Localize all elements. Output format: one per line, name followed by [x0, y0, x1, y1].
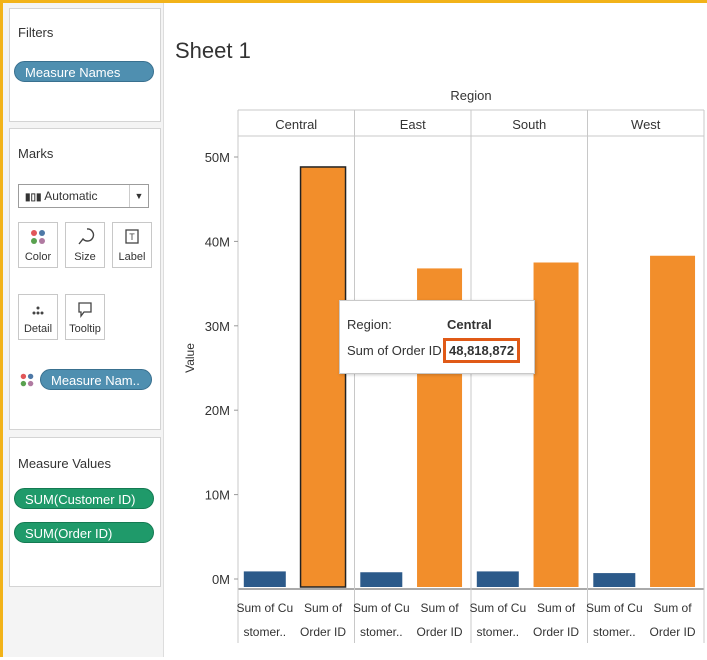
x-category-label: Sum of Cu — [586, 601, 643, 615]
x-category-label: Sum of Cu — [353, 601, 410, 615]
bar-chart-icon: ▮▯▮ — [25, 192, 42, 203]
sheet-title: Sheet 1 — [175, 38, 251, 63]
tooltip-button-label: Tooltip — [69, 323, 101, 335]
y-tick-label: 50M — [205, 150, 230, 165]
y-axis-title: Value — [183, 343, 197, 373]
tooltip-icon — [66, 299, 104, 323]
group-header-west: West — [631, 117, 661, 132]
chevron-down-icon[interactable]: ▼ — [129, 185, 148, 207]
label-icon: T — [113, 227, 151, 251]
label-button[interactable]: T Label — [112, 222, 152, 268]
tooltip-measure-value-highlight: 48,818,872 — [443, 338, 521, 363]
worksheet-area: Sheet 1 Region Value Central East South Wes… — [163, 3, 707, 657]
mark-type-dropdown[interactable]: ▮▯▮ Automatic ▼ — [18, 184, 149, 208]
mark-type-value: Automatic — [44, 189, 98, 203]
detail-dots-icon — [19, 299, 57, 323]
marks-title: Marks — [18, 146, 54, 161]
color-measure-names-pill[interactable]: Measure Nam.. — [40, 369, 152, 390]
tooltip-measure-label: Sum of Order ID — [347, 343, 442, 358]
measure-pill-customer-id[interactable]: SUM(Customer ID) — [14, 488, 154, 509]
measure-values-title: Measure Values — [18, 456, 111, 471]
bar-central-customer-id — [243, 571, 286, 587]
bar-east-customer-id — [360, 572, 403, 587]
bar-west-customer-id — [593, 573, 636, 587]
x-category-label: Order ID — [300, 625, 346, 639]
svg-text:T: T — [129, 232, 135, 242]
label-button-label: Label — [118, 251, 146, 263]
x-category-label: stomer.. — [243, 625, 286, 639]
y-tick-label: 20M — [205, 403, 230, 418]
x-category-label: Sum of — [421, 601, 460, 615]
sidebar: Filters Measure Names Marks ▮▯▮ Automati… — [3, 3, 164, 657]
x-category-label: Sum of Cu — [236, 601, 293, 615]
x-category-label: Sum of — [654, 601, 693, 615]
column-header-region: Region — [450, 88, 491, 103]
color-button[interactable]: Color — [18, 222, 58, 268]
detail-button[interactable]: Detail — [18, 294, 58, 340]
x-category-label: stomer.. — [360, 625, 403, 639]
x-category-label: Order ID — [417, 625, 463, 639]
chart-bars — [243, 166, 696, 588]
color-dots-icon — [18, 371, 36, 392]
tooltip-region-label: Region: — [347, 317, 392, 332]
x-category-label: Sum of Cu — [469, 601, 526, 615]
x-category-label: Sum of — [537, 601, 576, 615]
size-button-label: Size — [74, 251, 96, 263]
filter-pill-measure-names[interactable]: Measure Names — [14, 61, 154, 82]
bar-south-order-id — [533, 262, 579, 587]
y-tick-label: 0M — [212, 572, 230, 587]
marks-card: Marks ▮▯▮ Automatic ▼ Color Size T Label — [9, 128, 161, 430]
bar-south-customer-id — [476, 571, 519, 587]
bar-central-order-id — [299, 166, 347, 588]
y-tick-label: 40M — [205, 234, 230, 249]
x-category-label: Order ID — [533, 625, 579, 639]
filters-title: Filters — [18, 25, 54, 40]
measure-values-card: Measure Values SUM(Customer ID) SUM(Orde… — [9, 437, 161, 587]
tooltip-popup: Region: Central Sum of Order ID 48,818,8… — [339, 300, 535, 374]
x-category-label: stomer.. — [476, 625, 519, 639]
y-tick-label: 30M — [205, 319, 230, 334]
x-category-label: Order ID — [650, 625, 696, 639]
group-header-south: South — [512, 117, 546, 132]
group-header-east: East — [400, 117, 426, 132]
tooltip-button[interactable]: Tooltip — [65, 294, 105, 340]
group-header-central: Central — [275, 117, 317, 132]
measure-pill-order-id[interactable]: SUM(Order ID) — [14, 522, 154, 543]
filters-card: Filters Measure Names — [9, 8, 161, 122]
tooltip-region-value: Central — [447, 317, 492, 332]
size-button[interactable]: Size — [65, 222, 105, 268]
bar-west-order-id — [650, 255, 696, 588]
x-category-label: stomer.. — [593, 625, 636, 639]
color-dots-icon — [19, 227, 57, 251]
color-button-label: Color — [24, 251, 52, 263]
detail-button-label: Detail — [23, 323, 53, 335]
y-tick-label: 10M — [205, 488, 230, 503]
x-category-label: Sum of — [304, 601, 343, 615]
size-icon — [66, 227, 104, 251]
